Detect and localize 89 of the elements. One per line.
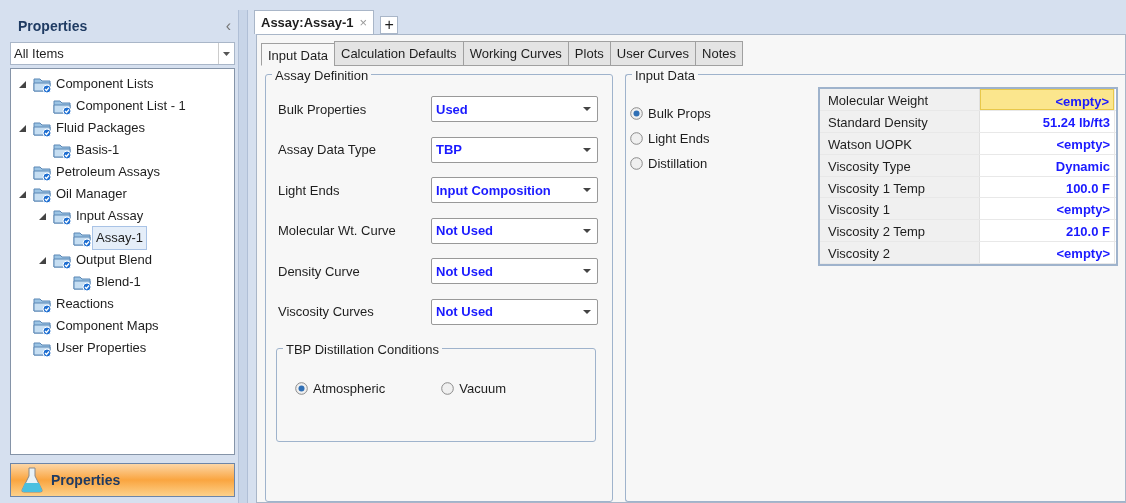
tab[interactable]: User Curves — [609, 40, 696, 66]
radio-button[interactable] — [441, 382, 455, 396]
property-name: Viscosity Type — [820, 154, 980, 176]
property-value[interactable]: <empty> — [980, 242, 1114, 264]
tree-item[interactable]: Reactions — [52, 292, 118, 316]
expanded-arrow-icon[interactable] — [38, 212, 46, 220]
property-name: Viscosity 1 Temp — [820, 176, 980, 198]
new-tab-button[interactable]: + — [380, 16, 399, 34]
tree-item[interactable]: Assay-1 — [92, 226, 147, 250]
property-value[interactable]: <empty> — [980, 89, 1114, 110]
folder-icon — [33, 164, 52, 181]
dropdown[interactable]: Not Used — [431, 258, 598, 285]
field-label: Light Ends — [278, 181, 341, 200]
property-value[interactable]: 100.0 F — [980, 176, 1114, 198]
caret-icon — [583, 147, 591, 152]
folder-icon — [33, 318, 52, 335]
field-label: Bulk Properties — [278, 100, 368, 119]
tree-item[interactable]: Component Lists — [52, 72, 158, 96]
folder-icon — [33, 120, 52, 137]
field-label: Assay Data Type — [278, 141, 378, 159]
property-name: Viscosity 2 Temp — [820, 220, 980, 242]
property-value[interactable]: <empty> — [980, 132, 1114, 154]
radio-label[interactable]: Bulk Props — [648, 103, 711, 124]
folder-icon — [53, 142, 72, 159]
tree-item[interactable]: Input Assay — [72, 204, 148, 228]
property-name: Standard Density — [820, 110, 980, 132]
folder-icon — [33, 296, 52, 313]
dropdown[interactable]: TBP — [431, 136, 598, 163]
field-label: Density Curve — [278, 262, 361, 281]
document-tab[interactable]: Assay:Assay-1 × — [254, 9, 375, 34]
field-label: Viscosity Curves — [278, 303, 375, 321]
dropdown[interactable]: Input Composition — [431, 177, 598, 204]
folder-icon — [53, 252, 72, 269]
tree-item[interactable]: Oil Manager — [52, 182, 131, 206]
caret-icon — [583, 228, 591, 233]
property-value[interactable]: 210.0 F — [980, 220, 1114, 242]
filter-dropdown[interactable]: All Items — [10, 42, 235, 65]
tab[interactable]: Notes — [695, 40, 743, 66]
folder-icon — [33, 186, 52, 203]
tree-item[interactable]: Fluid Packages — [52, 116, 149, 140]
radio-label[interactable]: Distillation — [648, 153, 708, 174]
property-name: Watson UOPK — [820, 132, 980, 154]
panel-title: Properties — [18, 16, 88, 36]
property-value[interactable]: <empty> — [980, 198, 1114, 220]
folder-icon — [73, 230, 92, 247]
tree-item[interactable]: User Properties — [52, 336, 151, 360]
tree-item[interactable]: Basis-1 — [72, 138, 124, 162]
radio-label[interactable]: Atmospheric — [313, 379, 386, 399]
tab[interactable]: Working Curves — [462, 40, 569, 66]
field-label: Molecular Wt. Curve — [278, 222, 397, 240]
expanded-arrow-icon[interactable] — [38, 256, 46, 264]
property-value[interactable]: 51.24 lb/ft3 — [980, 110, 1114, 132]
tab[interactable]: Calculation Defaults — [334, 40, 464, 66]
property-name: Viscosity 2 — [820, 242, 980, 264]
tree-item[interactable]: Blend-1 — [92, 270, 145, 294]
expanded-arrow-icon[interactable] — [18, 124, 26, 132]
radio-label[interactable]: Light Ends — [648, 128, 710, 149]
folder-icon — [53, 98, 72, 115]
radio-label[interactable]: Vacuum — [459, 379, 506, 399]
dropdown[interactable]: Not Used — [431, 217, 598, 244]
caret-icon — [583, 269, 591, 274]
tree-item[interactable]: Component Maps — [52, 314, 163, 338]
expanded-arrow-icon[interactable] — [18, 80, 26, 88]
flask-icon — [21, 467, 43, 493]
caret-icon — [583, 309, 591, 314]
folder-icon — [33, 340, 52, 357]
folder-icon — [53, 208, 72, 225]
caret-icon — [223, 51, 230, 56]
caret-icon — [583, 107, 591, 112]
collapse-button[interactable]: ‹ — [225, 14, 231, 38]
radio-button[interactable] — [630, 107, 643, 120]
property-name: Molecular Weight — [820, 89, 980, 110]
folder-icon — [73, 274, 92, 291]
radio-button[interactable] — [630, 157, 643, 170]
radio-button[interactable] — [630, 132, 643, 145]
tab[interactable]: Plots — [567, 40, 611, 66]
tree-item[interactable]: Component List - 1 — [72, 94, 190, 118]
property-value[interactable]: Dynamic — [980, 154, 1114, 176]
caret-icon — [583, 188, 591, 193]
property-name: Viscosity 1 — [820, 198, 980, 220]
properties-button[interactable]: Properties — [10, 463, 235, 497]
tab[interactable]: Input Data — [261, 43, 335, 66]
folder-icon — [33, 76, 52, 93]
tree-item[interactable]: Output Blend — [72, 248, 156, 272]
radio-button[interactable] — [295, 382, 308, 396]
tree-item[interactable]: Petroleum Assays — [52, 160, 165, 184]
dropdown[interactable]: Not Used — [431, 298, 598, 325]
dropdown[interactable]: Used — [431, 96, 598, 123]
expanded-arrow-icon[interactable] — [18, 190, 26, 198]
